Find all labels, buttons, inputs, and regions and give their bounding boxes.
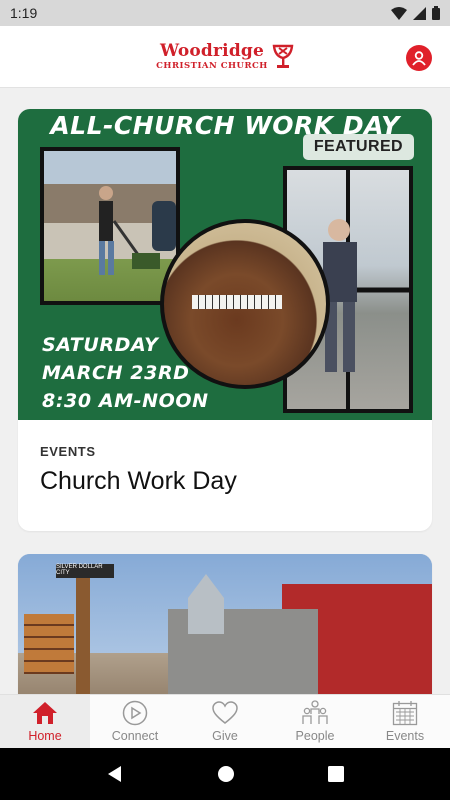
status-bar: 1:19 (0, 0, 450, 26)
nav-people-label: People (295, 729, 335, 743)
featured-badge: FEATURED (302, 134, 414, 160)
nav-give-label: Give (212, 729, 238, 743)
chalice-icon (272, 44, 294, 68)
people-icon (301, 699, 329, 727)
user-icon (412, 51, 426, 66)
signal-icon (413, 6, 426, 20)
bottom-nav: Home Connect Give People Events (0, 694, 450, 748)
nav-events-label: Events (385, 729, 425, 743)
photo-mowing (40, 147, 180, 305)
nav-connect[interactable]: Connect (90, 695, 180, 748)
nav-events[interactable]: Events (360, 695, 450, 748)
tower (188, 574, 224, 634)
wifi-icon (391, 6, 407, 20)
hero-details: SATURDAY MARCH 23RD 8:30 AM-NOON (42, 331, 209, 415)
profile-button[interactable] (406, 45, 432, 71)
heart-icon (211, 699, 239, 727)
sign-top: SILVER DOLLAR CITY (56, 564, 114, 578)
nav-home[interactable]: Home (0, 695, 90, 748)
status-icons (391, 6, 440, 20)
nav-home-label: Home (28, 729, 62, 743)
recents-icon[interactable] (327, 766, 344, 782)
app-header: Woodridge CHRISTIAN CHURCH (0, 26, 450, 88)
calendar-icon (391, 699, 419, 727)
home-icon (31, 699, 59, 727)
event-card-image: SILVER DOLLAR CITY (18, 554, 432, 694)
back-icon[interactable] (106, 765, 124, 783)
play-circle-icon (121, 699, 149, 727)
church-logo[interactable]: Woodridge CHRISTIAN CHURCH (156, 40, 294, 71)
nav-connect-label: Connect (111, 729, 159, 743)
feed[interactable]: ALL-CHURCH WORK DAY FEATURED SATURDAY MA… (0, 88, 450, 694)
status-time: 1:19 (10, 5, 38, 21)
logo-name: Woodridge (159, 40, 265, 61)
sign-post (76, 574, 90, 694)
sign-board (24, 614, 74, 674)
nav-give[interactable]: Give (180, 695, 270, 748)
card-title: Church Work Day (40, 467, 237, 495)
event-card[interactable]: SILVER DOLLAR CITY (18, 554, 432, 694)
piano-keys (192, 295, 282, 309)
system-nav-bar (0, 748, 450, 800)
hero-date: MARCH 23RD (42, 362, 190, 384)
battery-icon (432, 6, 440, 20)
home-circle-icon[interactable] (217, 765, 235, 783)
featured-event-card[interactable]: ALL-CHURCH WORK DAY FEATURED SATURDAY MA… (18, 109, 432, 531)
hero-day: SATURDAY (42, 334, 159, 356)
logo-subtitle: CHRISTIAN CHURCH (156, 60, 268, 71)
featured-event-image: ALL-CHURCH WORK DAY FEATURED SATURDAY MA… (18, 109, 432, 420)
logo-text: Woodridge CHRISTIAN CHURCH (156, 40, 268, 71)
featured-card-body: EVENTS Church Work Day (18, 420, 432, 520)
hero-time: 8:30 AM-NOON (42, 390, 209, 412)
card-category: EVENTS (40, 444, 96, 459)
nav-people[interactable]: People (270, 695, 360, 748)
